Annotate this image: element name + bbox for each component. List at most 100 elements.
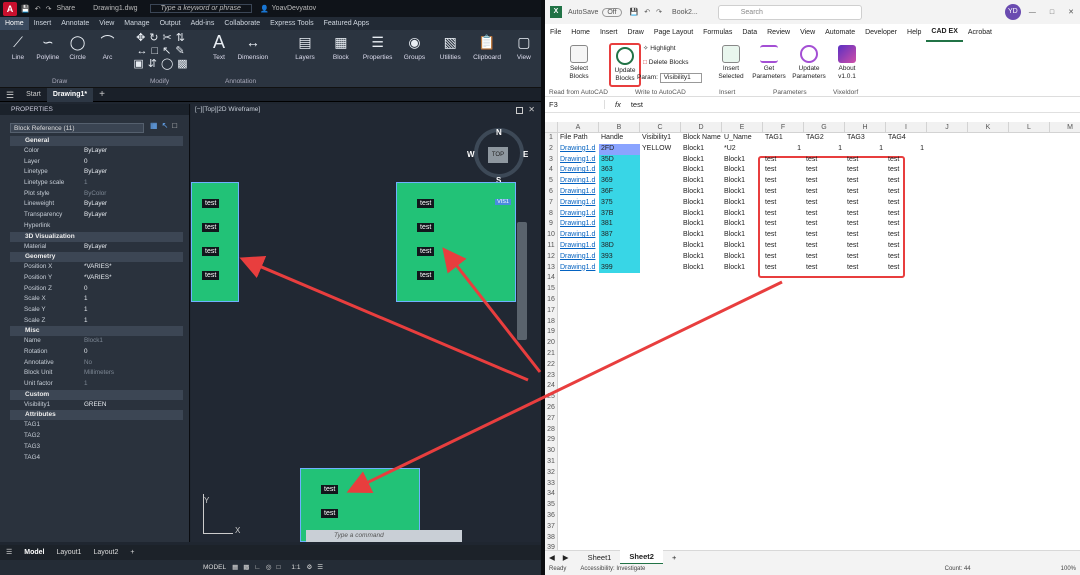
cell[interactable] xyxy=(640,219,681,230)
next-sheet-icon[interactable]: ▶ xyxy=(559,551,579,564)
cell[interactable]: test xyxy=(886,209,927,220)
cell[interactable] xyxy=(640,209,681,220)
menu-review[interactable]: Review xyxy=(762,24,795,41)
text-tool[interactable]: A Text xyxy=(205,32,233,61)
cell[interactable]: test xyxy=(804,155,845,166)
cad-search-input[interactable]: Type a keyword or phrase xyxy=(149,4,252,13)
dimension-tool[interactable]: ↔ Dimension xyxy=(235,32,271,61)
property-section-header[interactable]: Custom xyxy=(10,389,183,400)
cell[interactable]: Drawing1.d xyxy=(558,176,599,187)
cell[interactable]: Handle xyxy=(599,133,640,144)
row-header[interactable]: 7 xyxy=(545,197,558,209)
tab-collaborate[interactable]: Collaborate xyxy=(219,17,265,30)
properties-tool[interactable]: ☰ Properties xyxy=(360,32,396,61)
property-row[interactable]: Linetype ByLayer xyxy=(10,167,183,178)
cell[interactable]: Visibility1 xyxy=(640,133,681,144)
tab-manage[interactable]: Manage xyxy=(119,17,154,30)
cell[interactable]: 375 xyxy=(599,197,640,209)
cell[interactable]: 1 xyxy=(886,144,927,155)
property-value[interactable]: 0 xyxy=(84,157,183,168)
cell[interactable]: 36F xyxy=(599,187,640,198)
property-row[interactable]: Rotation 0 xyxy=(10,347,183,358)
cell[interactable]: Block1 xyxy=(681,241,722,252)
drawing-viewport[interactable]: [−][Top][2D Wireframe] ✕ TOP N W E S tes… xyxy=(191,104,541,542)
column-header[interactable]: E xyxy=(722,122,763,133)
insert-selected-button[interactable]: Insert Selected xyxy=(715,45,747,81)
cell[interactable]: Block1 xyxy=(681,176,722,187)
about-button[interactable]: About v1.0.1 xyxy=(833,45,861,81)
cell[interactable]: 1 xyxy=(845,144,886,155)
cell[interactable]: Drawing1.d xyxy=(558,198,599,209)
update-parameters-button[interactable]: Update Parameters xyxy=(791,45,827,81)
cell[interactable]: 1 xyxy=(763,144,804,155)
row-header[interactable]: 2 xyxy=(545,143,558,155)
property-row[interactable]: Name Block1 xyxy=(10,336,183,347)
cell[interactable]: 399 xyxy=(599,262,640,274)
cell[interactable]: Block1 xyxy=(681,187,722,198)
cell[interactable]: 2FD xyxy=(599,143,640,155)
cell[interactable]: U_Name xyxy=(722,133,763,144)
osnap-icon[interactable]: □ xyxy=(276,560,280,575)
menu-page-layout[interactable]: Page Layout xyxy=(649,24,698,41)
annotation-group-label[interactable]: Annotation xyxy=(225,78,256,85)
cell[interactable]: test xyxy=(763,263,804,274)
cell[interactable]: test xyxy=(763,219,804,230)
workbook-name[interactable]: Book2... xyxy=(672,9,698,16)
select-objects-icon[interactable]: ↖ xyxy=(162,121,169,130)
block-left[interactable]: test test test test xyxy=(191,182,239,302)
cell[interactable]: test xyxy=(804,230,845,241)
cell[interactable]: Block1 xyxy=(722,187,763,198)
compass-w[interactable]: W xyxy=(467,150,475,159)
utilities-tool[interactable]: ▧ Utilities xyxy=(433,32,467,61)
cell[interactable]: Block Name xyxy=(681,133,722,144)
block-tag[interactable]: test xyxy=(321,485,339,494)
property-value[interactable] xyxy=(84,442,183,453)
menu-formulas[interactable]: Formulas xyxy=(698,24,737,41)
grid-icon[interactable]: ▦ xyxy=(232,560,238,575)
layout-tab-layout2[interactable]: Layout2 xyxy=(87,545,124,560)
column-header[interactable]: B xyxy=(599,122,640,133)
row-header[interactable]: 19 xyxy=(545,327,558,339)
tab-express-tools[interactable]: Express Tools xyxy=(265,17,318,30)
cell[interactable] xyxy=(640,176,681,187)
cell[interactable]: test xyxy=(763,187,804,198)
excel-logo[interactable]: X xyxy=(550,6,562,18)
property-row[interactable]: Plot style ByColor xyxy=(10,189,183,200)
menu-view[interactable]: View xyxy=(795,24,820,41)
cell[interactable]: test xyxy=(845,263,886,274)
cell[interactable]: test xyxy=(804,252,845,263)
model-space-button[interactable]: MODEL xyxy=(203,560,226,575)
customize-icon[interactable]: ☰ xyxy=(317,560,323,575)
property-row[interactable]: Block Unit Millimeters xyxy=(10,368,183,379)
cell[interactable]: test xyxy=(804,176,845,187)
property-row[interactable]: Color ByLayer xyxy=(10,146,183,157)
block-tag[interactable]: test xyxy=(417,223,435,232)
tab-addins[interactable]: Add-ins xyxy=(186,17,220,30)
row-header[interactable]: 10 xyxy=(545,230,558,241)
cell[interactable] xyxy=(640,187,681,198)
cell[interactable]: test xyxy=(886,252,927,263)
get-parameters-button[interactable]: Get Parameters xyxy=(751,45,787,81)
cell[interactable]: Block1 xyxy=(722,241,763,252)
row-header[interactable]: 25 xyxy=(545,392,558,403)
cell[interactable]: test xyxy=(845,155,886,166)
compass-e[interactable]: E xyxy=(523,150,528,159)
viewport-label[interactable]: [−][Top][2D Wireframe] xyxy=(195,106,260,113)
property-row[interactable]: Visibility1 GREEN xyxy=(10,400,183,411)
row-header[interactable]: 28 xyxy=(545,424,558,436)
user-avatar[interactable]: YD xyxy=(1004,4,1021,20)
select-all-corner[interactable] xyxy=(545,122,558,133)
cell[interactable]: test xyxy=(763,155,804,166)
cell[interactable]: Drawing1.d xyxy=(558,219,599,230)
property-row[interactable]: TAG3 xyxy=(10,442,183,453)
tab-home[interactable]: Home xyxy=(0,17,29,30)
block-visibility-label[interactable]: VIS1 xyxy=(495,199,511,205)
row-header[interactable]: 30 xyxy=(545,446,558,457)
cell[interactable]: Drawing1.d xyxy=(558,209,599,220)
cell[interactable]: test xyxy=(886,230,927,241)
cell[interactable]: test xyxy=(845,252,886,263)
property-value[interactable]: ByColor xyxy=(84,189,183,200)
property-row[interactable]: Hyperlink xyxy=(10,221,183,232)
polyline-tool[interactable]: ∽ Polyline xyxy=(34,32,62,61)
cell[interactable]: Block1 xyxy=(722,230,763,241)
